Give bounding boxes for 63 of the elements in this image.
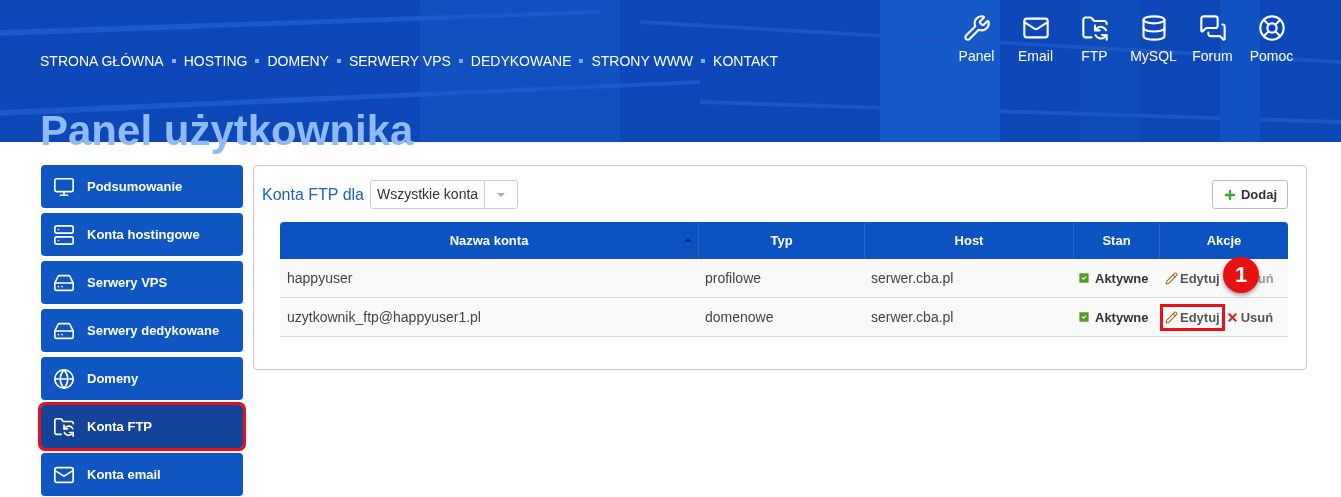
shortcut-link[interactable]: Panel bbox=[947, 14, 1006, 110]
table-cell: serwer.cba.pl bbox=[864, 259, 1073, 298]
checkbox-icon bbox=[1077, 310, 1091, 324]
edit-link[interactable]: Edytuj bbox=[1163, 267, 1222, 289]
table-cell: domenowe bbox=[698, 298, 864, 337]
table-cell: happyuser bbox=[280, 259, 698, 298]
sidebar-item[interactable]: Serwery dedykowane bbox=[41, 309, 243, 352]
table-cell: uzytkownik_ftp@happyuser1.pl bbox=[280, 298, 698, 337]
table-cell: serwer.cba.pl bbox=[864, 298, 1073, 337]
sidebar-item[interactable]: Konta hostingowe bbox=[41, 213, 243, 256]
nav-link[interactable]: DOMENY bbox=[267, 53, 329, 69]
panel-title: Konta FTP dla bbox=[262, 185, 364, 204]
column-header[interactable]: Akcje bbox=[1159, 222, 1288, 259]
sidebar-item[interactable]: Konta FTP bbox=[41, 405, 243, 448]
status-label: Aktywne bbox=[1077, 270, 1149, 286]
sidebar-item[interactable]: Domeny bbox=[41, 357, 243, 400]
page-title: Panel użytkownika bbox=[39, 110, 414, 152]
database-icon bbox=[1139, 14, 1168, 42]
monitor-icon bbox=[53, 175, 75, 198]
nav-separator bbox=[701, 59, 706, 63]
account-select[interactable]: Wszystkie konta bbox=[370, 180, 519, 209]
nav-link[interactable]: SERWERY VPS bbox=[348, 53, 451, 69]
nav-link[interactable]: HOSTING bbox=[183, 53, 248, 69]
nav-separator bbox=[579, 59, 584, 63]
nav-link[interactable]: STRONA GŁÓWNA bbox=[40, 53, 164, 69]
nav-separator bbox=[336, 59, 341, 63]
nav-link[interactable]: KONTAKT bbox=[713, 53, 779, 69]
sidebar-item[interactable]: Podsumowanie bbox=[41, 165, 243, 208]
sidebar-item[interactable]: Serwery VPS bbox=[41, 261, 243, 304]
folder-icon bbox=[53, 415, 75, 438]
sidebar-item[interactable]: Konta email bbox=[41, 453, 243, 496]
step-badge: 1 bbox=[1223, 257, 1259, 293]
column-header[interactable]: Stan bbox=[1073, 222, 1159, 259]
checkbox-icon bbox=[1077, 271, 1091, 285]
nav-separator bbox=[458, 59, 463, 63]
server-icon bbox=[53, 223, 75, 246]
folder-icon bbox=[1080, 14, 1109, 42]
lifebuoy-icon bbox=[1257, 14, 1286, 42]
nav-separator bbox=[255, 59, 260, 63]
column-header[interactable]: Host bbox=[864, 222, 1073, 259]
shortcut-link[interactable]: MySQL bbox=[1124, 14, 1183, 110]
column-header[interactable]: Nazwa konta bbox=[280, 222, 698, 259]
nav-link[interactable]: DEDYKOWANE bbox=[470, 53, 572, 69]
chat-icon bbox=[1198, 14, 1227, 42]
pencil-icon bbox=[1165, 310, 1178, 324]
edit-link[interactable]: Edytuj bbox=[1163, 306, 1222, 328]
column-header[interactable]: Typ bbox=[698, 222, 864, 259]
globe-icon bbox=[53, 367, 75, 390]
shortcut-link[interactable]: Email bbox=[1006, 14, 1065, 110]
status-label: Aktywne bbox=[1077, 309, 1149, 325]
plus-icon bbox=[1222, 187, 1237, 202]
shortcut-link[interactable]: Forum bbox=[1183, 14, 1242, 110]
delete-link[interactable]: Usuń bbox=[1223, 306, 1276, 328]
shortcut-link[interactable]: FTP bbox=[1065, 14, 1124, 110]
sort-icon bbox=[684, 238, 692, 242]
cross-icon bbox=[1225, 310, 1239, 324]
shortcut-link[interactable]: Pomoc bbox=[1242, 14, 1301, 110]
pencil-icon bbox=[1165, 271, 1178, 285]
wrench-icon bbox=[962, 14, 991, 42]
add-button[interactable]: Dodaj bbox=[1211, 180, 1288, 209]
nav-link[interactable]: STRONY WWW bbox=[591, 53, 694, 69]
table-cell: profilowe bbox=[698, 259, 864, 298]
nav-separator bbox=[171, 59, 176, 63]
